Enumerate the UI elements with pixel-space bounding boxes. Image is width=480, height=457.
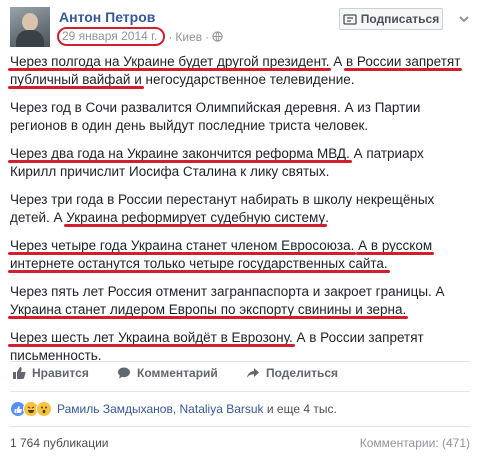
plain-text[interactable]: и еще 4 тыс. <box>264 402 337 416</box>
chevron-down-icon[interactable] <box>456 11 472 27</box>
plain-text: детей. А <box>10 210 67 225</box>
paragraph-line: Через пять лет Россия отменит загранпасп… <box>10 284 445 299</box>
plain-text: , <box>172 402 180 416</box>
comments-count[interactable]: Комментарии: (471) <box>360 436 470 450</box>
post-footer: 1 764 публикации Комментарии: (471) <box>10 436 470 450</box>
paragraph-6: Через пять лет Россия отменит загранпасп… <box>10 283 470 319</box>
avatar[interactable] <box>10 7 50 47</box>
share-icon <box>247 368 259 378</box>
underlined-text: Через шесть лет Украина войдёт в Еврозон… <box>10 330 293 345</box>
paragraph-line: Через шесть лет Украина войдёт в Еврозон… <box>10 329 470 347</box>
comment-label: Комментарий <box>137 366 218 380</box>
plain-text: А <box>329 54 346 69</box>
subscribe-icon <box>343 14 357 25</box>
underlined-text: Через два года на Украине закончится реф… <box>10 146 350 161</box>
divider <box>10 426 470 427</box>
post-body: Через полгода на Украине будет другой пр… <box>10 53 470 375</box>
underlined-text: Через четыре года Украина станет членом … <box>10 238 355 253</box>
share-button[interactable]: Поделиться <box>246 366 338 380</box>
paragraph-line: Через год в Сочи развалится Олимпийская … <box>10 100 421 115</box>
paragraph-5: Через четыре года Украина станет членом … <box>10 237 470 273</box>
paragraph-line: Через четыре года Украина станет членом … <box>10 237 470 255</box>
paragraph-line: Через три года в России перестанут набир… <box>10 192 435 207</box>
meta-separator: · <box>168 29 173 44</box>
comment-button[interactable]: Комментарий <box>117 366 218 380</box>
underlined-text: А в русском <box>358 238 433 253</box>
plain-text: . <box>325 210 329 225</box>
share-label: Поделиться <box>266 366 339 380</box>
paragraph-3: Через два года на Украине закончится реф… <box>10 145 470 181</box>
author-name[interactable]: Антон Петров <box>59 9 155 25</box>
paragraph-line: детей. А Украина реформирует судебную си… <box>10 209 470 227</box>
paragraph-line: регионов в один день выйдут последние тр… <box>10 118 369 133</box>
like-button[interactable]: Нравится <box>12 366 89 380</box>
action-bar: Нравится Комментарий Поделиться <box>0 360 480 390</box>
paragraph-1: Через полгода на Украине будет другой пр… <box>10 53 470 89</box>
paragraph-line: Кирилл причислит Иосифа Сталина к лику с… <box>10 164 330 179</box>
paragraph-line: Через полгода на Украине будет другой пр… <box>10 53 470 71</box>
like-label: Нравится <box>32 366 89 380</box>
paragraph-line: публичный вайфай и негосударственное тел… <box>10 71 470 89</box>
comment-icon <box>118 367 130 379</box>
wow-reaction-icon <box>36 401 52 417</box>
plain-text: негосударственное телевидение. <box>141 72 355 87</box>
paragraph-line: интернете останутся только четыре госуда… <box>10 255 470 273</box>
shares-count[interactable]: 1 764 публикации <box>10 436 109 450</box>
thumbs-up-icon <box>13 367 26 379</box>
post-location[interactable]: Киев <box>175 30 202 44</box>
globe-icon <box>212 31 223 42</box>
underlined-text: Украина реформирует судебную систему <box>66 210 326 225</box>
underlined-text: Украина станет лидером Европы по экспорт… <box>10 302 407 317</box>
paragraph-2: Через год в Сочи развалится Олимпийская … <box>10 99 470 135</box>
post-date[interactable]: 29 января 2014 г. <box>57 27 166 46</box>
underlined-text: Через полгода на Украине будет другой пр… <box>10 54 330 69</box>
paragraph-4: Через три года в России перестанут набир… <box>10 191 470 227</box>
subscribe-button[interactable]: Подписаться <box>339 8 443 30</box>
avatar-head <box>22 13 38 31</box>
facebook-post: Антон Петров 29 января 2014 г. · Киев · … <box>0 0 480 457</box>
reactor-name[interactable]: Nataliya Barsuk <box>180 402 264 416</box>
reactions-names: Рамиль Замдыханов, Nataliya Barsuk и еще… <box>57 402 337 416</box>
reactor-name[interactable]: Рамиль Замдыханов <box>57 402 173 416</box>
avatar-body <box>16 30 44 47</box>
underlined-text: в России запретят <box>345 54 461 69</box>
reactions-summary[interactable]: Рамиль Замдыханов, Nataliya Barsuk и еще… <box>10 400 337 418</box>
post-meta: 29 января 2014 г. · Киев · <box>57 27 223 46</box>
paragraph-line: Через два года на Украине закончится реф… <box>10 145 470 163</box>
divider <box>10 391 470 392</box>
meta-separator-2: · <box>205 29 210 44</box>
subscribe-label: Подписаться <box>360 12 440 26</box>
underlined-text: интернете останутся только четыре госуда… <box>10 256 388 271</box>
plain-text: А в России запретят <box>292 330 424 345</box>
plain-text: А патриарх <box>349 146 424 161</box>
underlined-text: публичный вайфай и <box>10 72 142 87</box>
paragraph-line: Украина станет лидером Европы по экспорт… <box>10 301 470 319</box>
